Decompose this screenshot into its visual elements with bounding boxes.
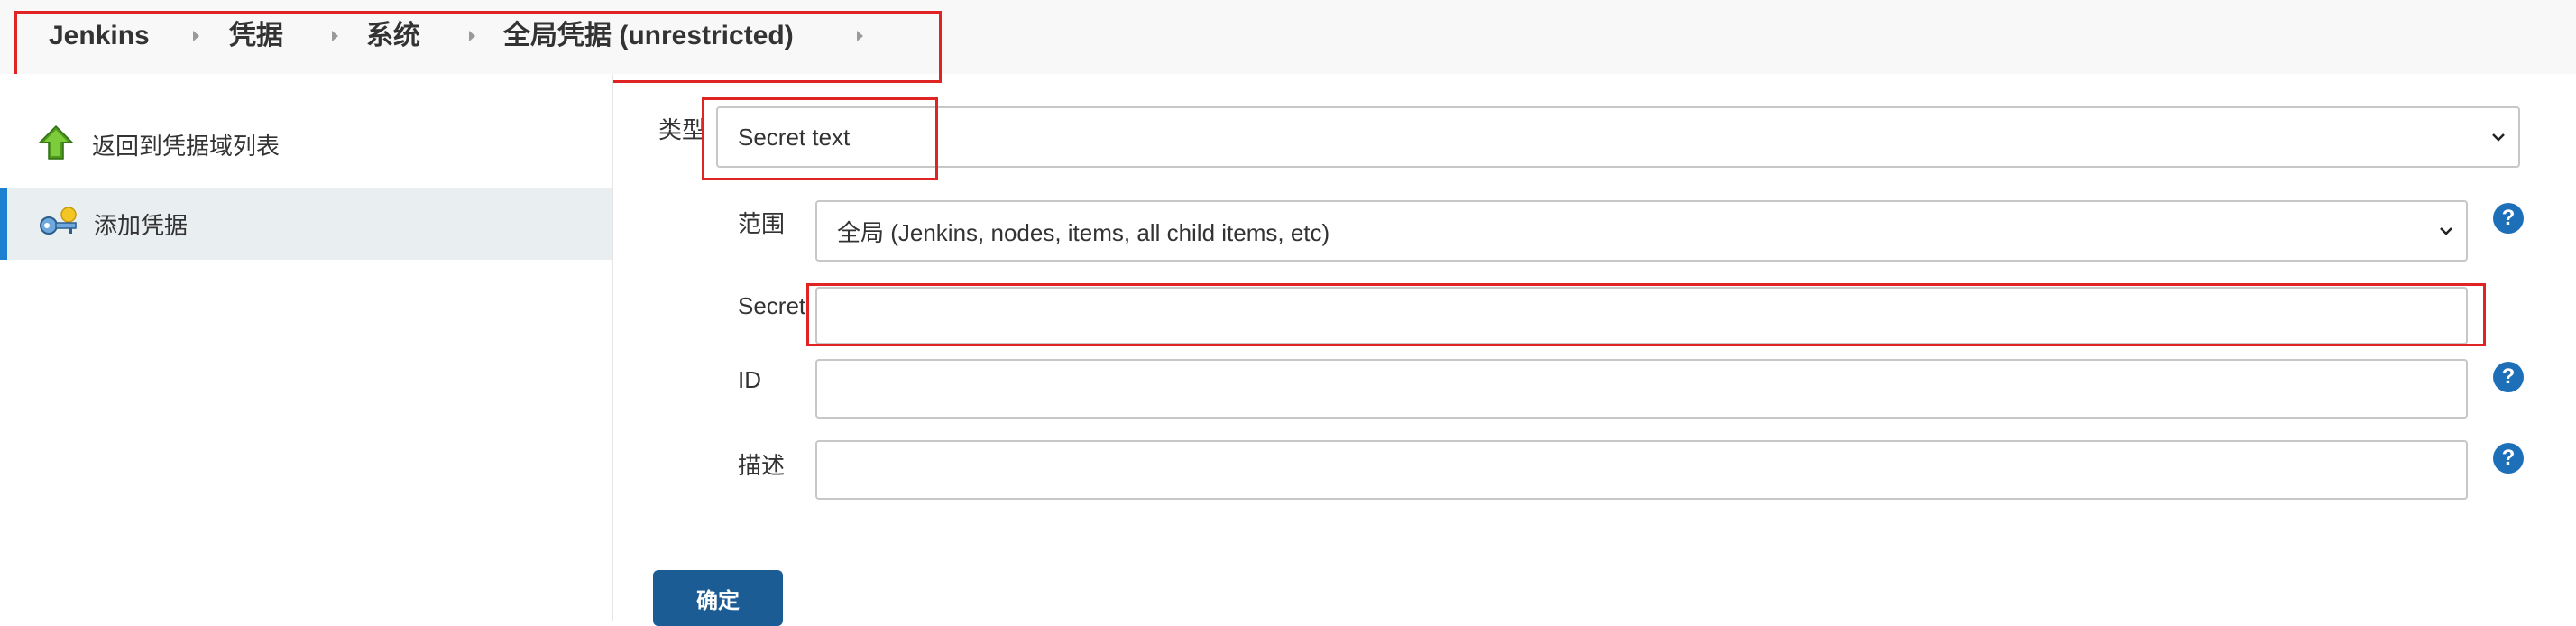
breadcrumb-system[interactable]: 系统 bbox=[366, 18, 420, 54]
sidebar-item-add-credentials[interactable]: 添加凭据 bbox=[0, 188, 612, 260]
id-label: ID bbox=[738, 366, 761, 393]
kind-label: 类型 bbox=[658, 116, 706, 143]
scope-select[interactable]: 全局 (Jenkins, nodes, items, all child ite… bbox=[815, 200, 2468, 262]
chevron-right-icon bbox=[857, 31, 863, 41]
sidebar-item-label: 返回到凭据域列表 bbox=[92, 132, 281, 160]
chevron-right-icon bbox=[469, 31, 475, 41]
description-help-icon[interactable]: ? bbox=[2493, 443, 2524, 474]
id-input[interactable] bbox=[815, 359, 2468, 419]
sidebar-item-back-to-domains[interactable]: 返回到凭据域列表 bbox=[0, 108, 612, 180]
scope-help-icon[interactable]: ? bbox=[2493, 203, 2524, 234]
scope-label: 范围 bbox=[738, 210, 786, 237]
scope-select-value: 全局 (Jenkins, nodes, items, all child ite… bbox=[837, 218, 1330, 246]
breadcrumb-credentials[interactable]: 凭据 bbox=[229, 18, 283, 54]
sidebar: 返回到凭据域列表 添加凭据 bbox=[0, 74, 613, 621]
sidebar-item-label: 添加凭据 bbox=[94, 211, 189, 239]
id-help-icon[interactable]: ? bbox=[2493, 362, 2524, 392]
chevron-right-icon bbox=[193, 31, 199, 41]
key-icon bbox=[38, 206, 81, 242]
chevron-down-icon bbox=[2440, 227, 2452, 235]
secret-input[interactable] bbox=[815, 287, 2468, 345]
description-label: 描述 bbox=[738, 452, 786, 479]
breadcrumb: Jenkins 凭据 系统 全局凭据 (unrestricted) bbox=[0, 0, 2576, 74]
breadcrumb-global-credentials[interactable]: 全局凭据 (unrestricted) bbox=[503, 18, 794, 54]
breadcrumb-jenkins[interactable]: Jenkins bbox=[49, 18, 150, 54]
up-arrow-icon bbox=[38, 124, 74, 161]
kind-select-value: Secret text bbox=[738, 123, 851, 151]
chevron-down-icon bbox=[2492, 133, 2505, 142]
kind-select[interactable]: Secret text bbox=[716, 106, 2520, 168]
description-input[interactable] bbox=[815, 440, 2468, 500]
secret-label: Secret bbox=[738, 292, 806, 319]
submit-button[interactable]: 确定 bbox=[653, 570, 783, 626]
chevron-right-icon bbox=[332, 31, 338, 41]
